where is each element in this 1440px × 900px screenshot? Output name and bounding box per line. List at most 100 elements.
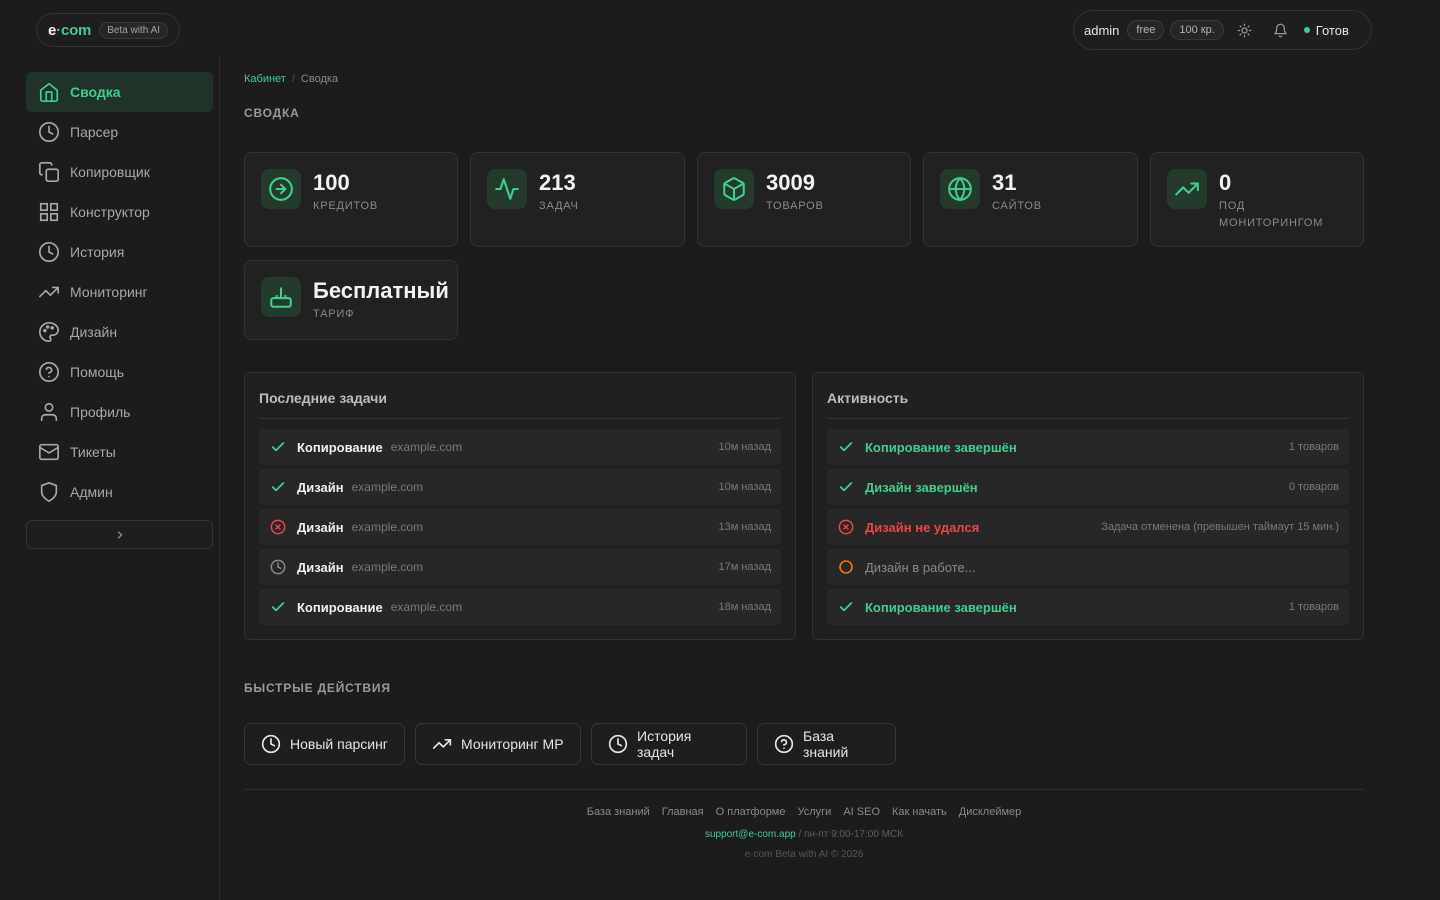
- stat-value: 3009: [766, 170, 815, 195]
- account-bar: admin free 100 кр. Готов: [1073, 10, 1372, 50]
- check-icon: [837, 478, 855, 496]
- footer-link-ai-seo[interactable]: AI SEO: [843, 806, 880, 818]
- support-email-link[interactable]: support@e-com.app: [705, 829, 796, 840]
- clock-icon: [261, 734, 281, 754]
- sidebar-item-design[interactable]: Дизайн: [26, 312, 213, 352]
- task-time: 18м назад: [718, 601, 771, 613]
- footer-contact: support@e-com.app / пн-пт 9:00-17:00 МСК: [244, 829, 1364, 840]
- check-icon: [837, 598, 855, 616]
- monitoring-mp-button[interactable]: Мониторинг МР: [415, 723, 581, 765]
- breadcrumb-root[interactable]: Кабинет: [244, 73, 286, 85]
- sidebar-item-label: Парсер: [70, 124, 119, 140]
- sidebar-item-label: Мониторинг: [70, 284, 148, 300]
- sidebar-item-label: Сводка: [70, 84, 121, 100]
- check-icon: [269, 598, 287, 616]
- stat-card-sites: 31 САЙТОВ: [923, 152, 1138, 247]
- footer-link-disclaimer[interactable]: Дисклеймер: [959, 806, 1022, 818]
- brand-pill[interactable]: e·com Beta with AI: [36, 13, 180, 47]
- stat-label: ТАРИФ: [313, 308, 355, 320]
- grid-icon: [38, 201, 60, 223]
- footer-link-services[interactable]: Услуги: [798, 806, 832, 818]
- activity-text: Дизайн в работе...: [865, 559, 976, 575]
- task-name: Дизайн: [297, 519, 344, 535]
- sun-icon[interactable]: [1230, 15, 1260, 45]
- sidebar-item-admin[interactable]: Админ: [26, 472, 213, 512]
- footer-link-get-started[interactable]: Как начать: [892, 806, 947, 818]
- stat-card-tariff: Бесплатный ТАРИФ: [244, 260, 458, 340]
- button-label: База знаний: [803, 728, 849, 760]
- sidebar-item-monitoring[interactable]: Мониторинг: [26, 272, 213, 312]
- sidebar-collapse-button[interactable]: [26, 520, 213, 549]
- task-site: example.com: [351, 480, 423, 494]
- stat-label: КРЕДИТОВ: [313, 200, 378, 212]
- activity-row: Дизайн не удался Задача отменена (превыш…: [827, 509, 1349, 545]
- task-history-button[interactable]: История задач: [591, 723, 747, 765]
- shield-icon: [38, 481, 60, 503]
- task-time: 10м назад: [718, 481, 771, 493]
- task-time: 10м назад: [718, 441, 771, 453]
- task-time: 13м назад: [718, 521, 771, 533]
- task-name: Дизайн: [297, 559, 344, 575]
- stat-card-products: 3009 ТОВАРОВ: [697, 152, 911, 247]
- sidebar-item-parser[interactable]: Парсер: [26, 112, 213, 152]
- footer-link-about[interactable]: О платформе: [716, 806, 786, 818]
- sidebar-item-profile[interactable]: Профиль: [26, 392, 213, 432]
- task-name: Копирование: [297, 599, 383, 615]
- task-name: Дизайн: [297, 479, 344, 495]
- stat-value: 0: [1219, 170, 1232, 195]
- task-name: Копирование: [297, 439, 383, 455]
- task-row[interactable]: Копирование example.com 10м назад: [259, 429, 781, 465]
- status-indicator: Готов: [1303, 22, 1349, 38]
- sidebar-item-tickets[interactable]: Тикеты: [26, 432, 213, 472]
- sidebar-item-summary[interactable]: Сводка: [26, 72, 213, 112]
- sidebar-item-label: Профиль: [70, 404, 131, 420]
- sidebar-item-history[interactable]: История: [26, 232, 213, 272]
- stat-value: Бесплатный: [313, 278, 449, 303]
- page-title: СВОДКА: [244, 106, 300, 120]
- task-row[interactable]: Дизайн example.com 13м назад: [259, 509, 781, 545]
- globe-icon: [940, 169, 980, 209]
- footer-link-knowledge-base[interactable]: База знаний: [587, 806, 650, 818]
- footer-link-home[interactable]: Главная: [662, 806, 704, 818]
- task-row[interactable]: Дизайн example.com 10м назад: [259, 469, 781, 505]
- brand-logo: e·com: [48, 21, 92, 39]
- activity-meta: 0 товаров: [1288, 481, 1339, 493]
- task-row[interactable]: Копирование example.com 18м назад: [259, 589, 781, 625]
- sidebar-item-copier[interactable]: Копировщик: [26, 152, 213, 192]
- beta-badge: Beta with AI: [99, 21, 169, 39]
- activity-text: Дизайн завершён: [865, 479, 978, 495]
- breadcrumb: Кабинет / Сводка: [244, 73, 338, 85]
- activity-text: Копирование завершён: [865, 599, 1017, 615]
- sidebar-item-constructor[interactable]: Конструктор: [26, 192, 213, 232]
- bell-icon[interactable]: [1266, 15, 1296, 45]
- help-circle-icon: [38, 361, 60, 383]
- circle-icon: [837, 558, 855, 576]
- task-site: example.com: [351, 560, 423, 574]
- button-label: Мониторинг МР: [461, 736, 564, 752]
- support-hours: / пн-пт 9:00-17:00 МСК: [795, 829, 904, 840]
- home-icon: [38, 81, 60, 103]
- activity-text: Дизайн не удался: [865, 519, 980, 535]
- activity-row: Дизайн завершён 0 товаров: [827, 469, 1349, 505]
- trending-up-icon: [38, 281, 60, 303]
- sidebar-item-label: Конструктор: [70, 204, 150, 220]
- trending-up-icon: [432, 734, 452, 754]
- stat-card-monitoring: 0 ПОД МОНИТОРИНГОМ: [1150, 152, 1364, 247]
- task-time: 17м назад: [718, 561, 771, 573]
- activity-icon: [487, 169, 527, 209]
- chevron-right-icon: [114, 529, 126, 541]
- palette-icon: [38, 321, 60, 343]
- new-parsing-button[interactable]: Новый парсинг: [244, 723, 405, 765]
- plan-badge: free: [1127, 20, 1165, 40]
- activity-panel: Активность Копирование завершён 1 товаро…: [812, 372, 1364, 640]
- task-site: example.com: [351, 520, 423, 534]
- check-icon: [837, 438, 855, 456]
- sidebar-item-label: История: [70, 244, 125, 260]
- user-icon: [38, 401, 60, 423]
- status-text: Готов: [1315, 22, 1349, 38]
- sidebar-item-label: Админ: [70, 484, 113, 500]
- task-row[interactable]: Дизайн example.com 17м назад: [259, 549, 781, 585]
- knowledge-base-button[interactable]: База знаний: [757, 723, 896, 765]
- username[interactable]: admin: [1084, 23, 1119, 38]
- sidebar-item-help[interactable]: Помощь: [26, 352, 213, 392]
